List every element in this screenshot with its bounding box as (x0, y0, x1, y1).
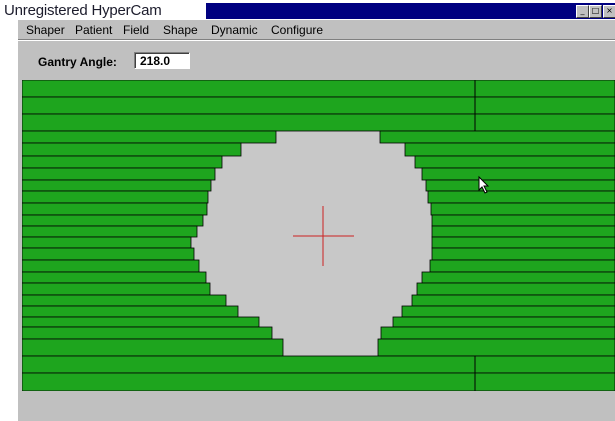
leaf-left-5[interactable] (22, 142, 242, 157)
leaf-left-10[interactable] (22, 202, 208, 216)
leaf-right-4[interactable] (379, 130, 615, 144)
leaf-right-15[interactable] (429, 259, 615, 273)
leaf-left-15[interactable] (22, 259, 200, 273)
leaf-left-4[interactable] (22, 130, 277, 144)
leaf-left-16[interactable] (22, 271, 207, 284)
leaf-right-7[interactable] (421, 167, 615, 181)
leaf-left-24[interactable] (22, 372, 615, 391)
leaf-left-21[interactable] (22, 326, 273, 340)
leaf-left-20[interactable] (22, 316, 260, 328)
leaf-left-8[interactable] (22, 179, 212, 192)
leaf-left-9[interactable] (22, 190, 209, 204)
field-view[interactable] (22, 80, 615, 391)
close-button[interactable]: × (603, 5, 615, 18)
leaf-left-22[interactable] (22, 338, 284, 357)
menu-field[interactable]: Field (123, 23, 149, 37)
gantry-angle-label: Gantry Angle: (38, 55, 117, 69)
minimize-button[interactable]: _ (576, 5, 589, 18)
menu-bar: Shaper Patient Field Shape Dynamic Confi… (18, 20, 615, 39)
close-icon: × (606, 6, 613, 15)
leaf-right-16[interactable] (421, 271, 615, 284)
status-bar (18, 393, 615, 421)
menu-dynamic[interactable]: Dynamic (211, 23, 258, 37)
leaf-right-14[interactable] (431, 247, 615, 261)
leaf-right-13[interactable] (431, 236, 615, 249)
leaf-right-6[interactable] (414, 155, 615, 169)
leaf-right-22[interactable] (377, 338, 615, 357)
menu-shaper[interactable]: Shaper (26, 23, 65, 37)
leaf-left-7[interactable] (22, 167, 216, 181)
leaf-left-18[interactable] (22, 294, 227, 307)
leaf-right-21[interactable] (380, 326, 615, 340)
gantry-angle-field[interactable]: 218.0 (134, 52, 190, 69)
leaf-left-14[interactable] (22, 247, 195, 261)
leaf-right-18[interactable] (411, 294, 615, 307)
leaf-left-11[interactable] (22, 214, 204, 227)
leaf-left-19[interactable] (22, 305, 239, 318)
menu-configure[interactable]: Configure (271, 23, 323, 37)
menu-divider-highlight (18, 40, 615, 41)
maximize-icon: □ (591, 6, 600, 15)
leaf-right-19[interactable] (401, 305, 615, 318)
leaf-left-23[interactable] (22, 355, 615, 374)
window-title: Unregistered HyperCam (4, 2, 162, 19)
leaf-left-3[interactable] (22, 113, 615, 132)
leaf-right-9[interactable] (427, 190, 615, 204)
menu-patient[interactable]: Patient (75, 23, 112, 37)
leaf-left-2[interactable] (22, 96, 615, 115)
leaf-right-12[interactable] (431, 225, 615, 238)
leaf-right-10[interactable] (430, 202, 615, 216)
leaf-left-12[interactable] (22, 225, 198, 238)
leaf-right-11[interactable] (431, 214, 615, 227)
leaf-right-17[interactable] (416, 282, 615, 296)
leaf-left-1[interactable] (22, 80, 615, 98)
title-bar[interactable]: _ □ × (206, 3, 615, 19)
leaf-right-8[interactable] (425, 179, 615, 192)
app-window: Shaper Patient Field Shape Dynamic Confi… (18, 20, 615, 421)
menu-shape[interactable]: Shape (163, 23, 198, 37)
leaf-right-20[interactable] (392, 316, 615, 328)
minimize-icon: _ (580, 6, 585, 15)
leaf-left-17[interactable] (22, 282, 211, 296)
leaf-right-5[interactable] (404, 142, 615, 157)
leaf-left-6[interactable] (22, 155, 223, 169)
maximize-button[interactable]: □ (589, 5, 602, 18)
leaf-left-13[interactable] (22, 236, 192, 249)
